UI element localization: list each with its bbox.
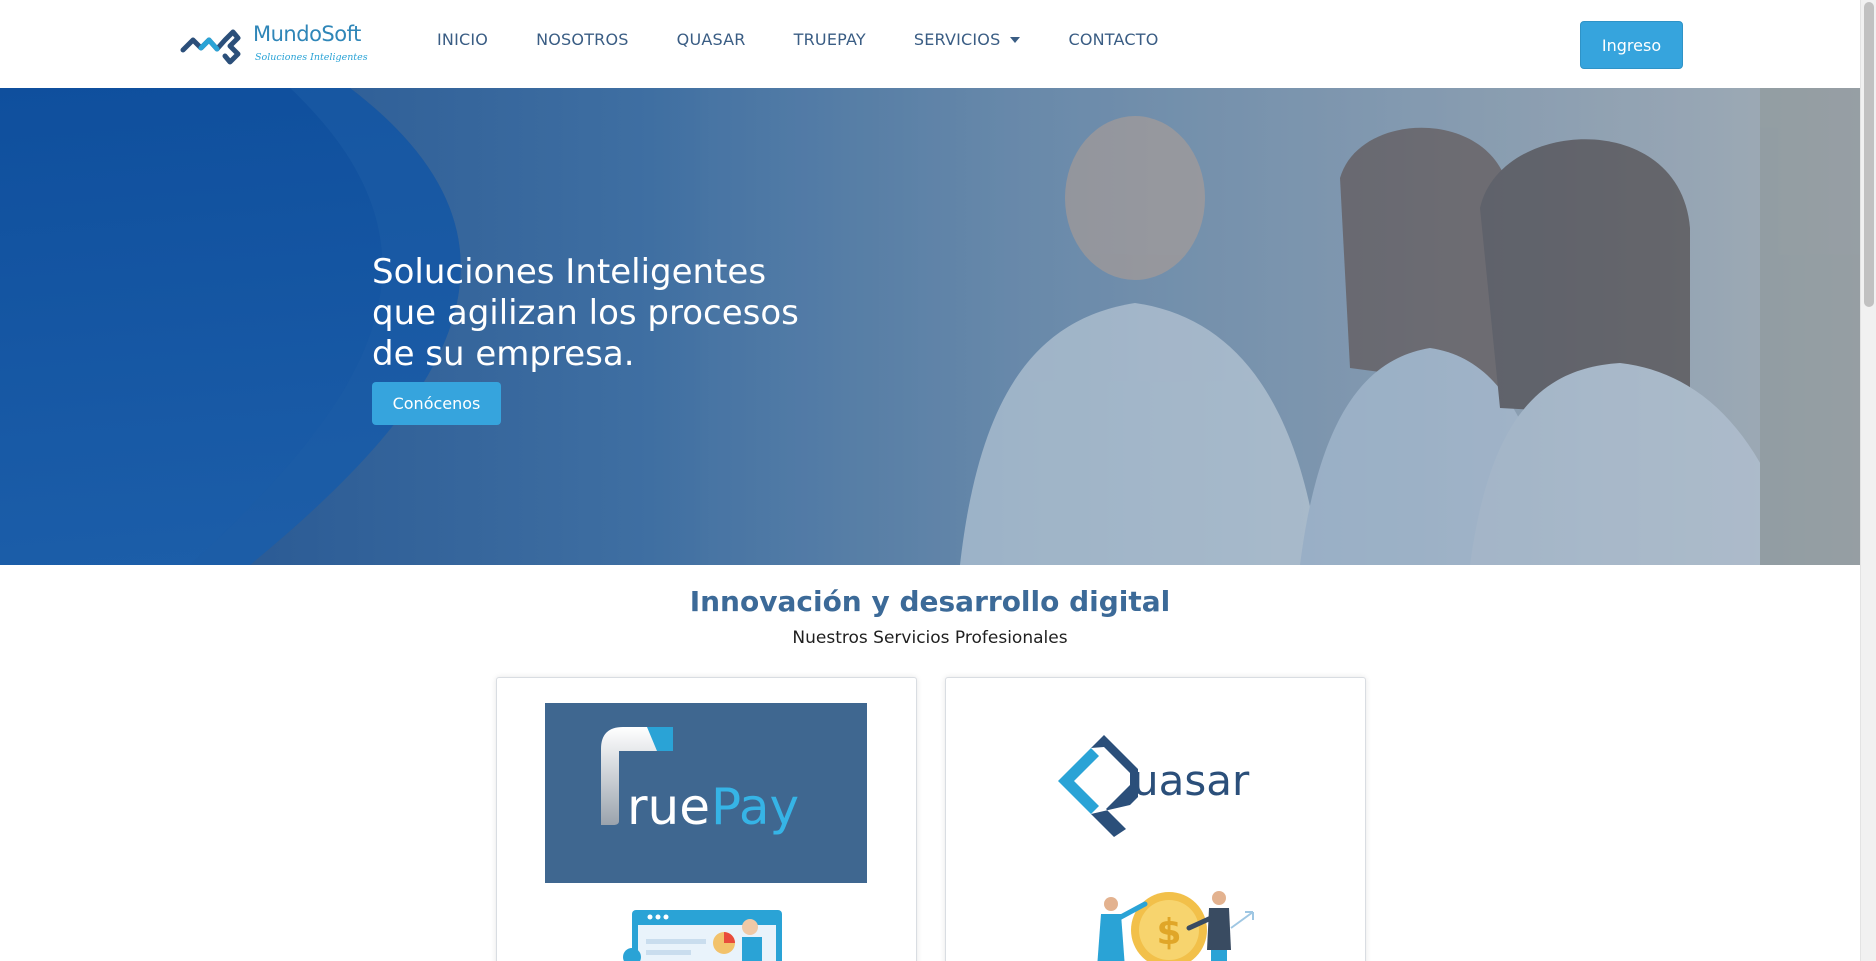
page-scrollbar[interactable] [1860,0,1876,961]
hero-title: Soluciones Inteligentes que agilizan los… [372,252,832,375]
nav-item-nosotros[interactable]: NOSOTROS [536,30,629,49]
nav-item-truepay[interactable]: TRUEPAY [794,30,866,49]
brand-tagline: Soluciones Inteligentes [255,52,368,63]
truepay-logo-banner: rue Pay [545,703,867,883]
nav-item-servicios[interactable]: SERVICIOS [914,30,1021,49]
hero-background-image [0,88,1860,565]
conocenos-button[interactable]: Conócenos [372,382,501,425]
services-subtitle: Nuestros Servicios Profesionales [792,628,1068,648]
nav-item-servicios-label: SERVICIOS [913,30,1001,49]
caret-down-icon [1010,36,1021,43]
finance-people-illustration-icon: $ [1097,891,1254,961]
quasar-card[interactable]: uasar $ [945,677,1366,961]
svg-text:$: $ [1156,912,1181,953]
hero-title-line-2: que agilizan los procesos [372,293,799,333]
scrollbar-thumb[interactable] [1864,2,1874,307]
hero-banner: Soluciones Inteligentes que agilizan los… [0,88,1860,565]
truepay-logo-text-a: rue [627,778,710,836]
main-nav: INICIO NOSOTROS QUASAR TRUEPAY SERVICIOS… [437,30,1207,49]
site-header: MundoSoft Soluciones Inteligentes INICIO… [0,0,1858,88]
hero-title-line-1: Soluciones Inteligentes [372,252,767,292]
brand-name: MundoSoft [253,22,361,46]
truepay-logo-text-b: Pay [711,778,799,836]
nav-item-contacto[interactable]: CONTACTO [1068,30,1158,49]
truepay-card[interactable]: rue Pay [496,677,917,961]
quasar-logo-text: uasar [1132,756,1250,805]
nav-item-quasar[interactable]: QUASAR [677,30,746,49]
quasar-logo-icon: uasar [1058,735,1250,837]
hero-title-line-3: de su empresa. [372,334,635,374]
login-button[interactable]: Ingreso [1580,21,1683,69]
truepay-logo-icon: rue Pay [601,727,799,836]
dashboard-illustration-icon [623,910,782,961]
nav-item-inicio[interactable]: INICIO [437,30,488,49]
services-title: Innovación y desarrollo digital [689,585,1171,618]
